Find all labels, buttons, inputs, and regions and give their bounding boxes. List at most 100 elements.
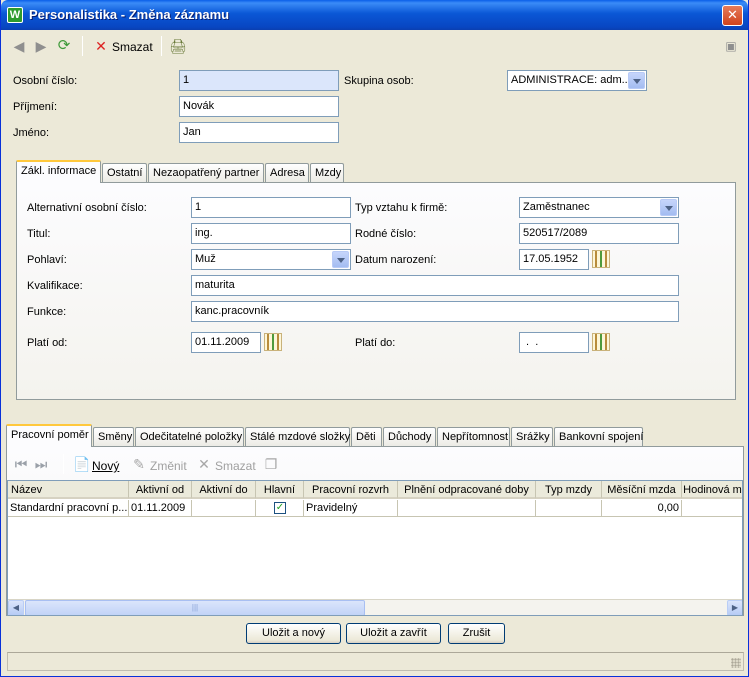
table-cell[interactable]: 01.11.2009 [129,500,192,517]
column-header[interactable]: Aktivní od [129,481,192,499]
save-close-button[interactable]: Uložit a zavřít [346,623,441,644]
tab-withholdings[interactable]: Srážky [511,427,553,446]
group-label: Skupina osob: [344,75,414,87]
change-button-label[interactable]: Změnit [150,459,187,473]
function-input[interactable]: kanc.pracovník [191,301,679,322]
surname-input[interactable]: Novák [179,96,339,117]
horizontal-scrollbar[interactable]: ◀ ||| ▶ [8,599,742,615]
title-bar[interactable]: W Personalistika - Změna záznamu ✕ [1,0,748,30]
gender-select-value: Muž [195,253,216,265]
personal-number-input[interactable]: 1 [179,70,339,91]
main-checkbox[interactable]: ✓ [274,502,286,514]
relation-label: Typ vztahu k firmě: [355,202,448,214]
alt-number-input[interactable]: 1 [191,197,351,218]
lower-tabstrip: Pracovní poměr Směny Odečitatelné položk… [6,424,744,447]
title-input[interactable]: ing. [191,223,351,244]
birth-number-input[interactable]: 520517/2089 [519,223,679,244]
scroll-left-icon[interactable]: ◀ [8,600,24,615]
delete-x-icon[interactable]: ✕ [196,456,212,472]
table-cell[interactable]: 0,00 [602,500,682,517]
birth-date-input[interactable]: 17.05.1952 [519,249,589,270]
tab-address[interactable]: Adresa [265,163,309,182]
function-label: Funkce: [27,306,67,318]
tab-employment[interactable]: Pracovní poměr [6,424,92,447]
table-cell[interactable] [536,500,602,517]
window-title: Personalistika - Změna záznamu [29,7,230,22]
column-header[interactable]: Hlavní [256,481,304,499]
back-arrow-icon[interactable]: ◀ [11,38,27,54]
qualification-input[interactable]: maturita [191,275,679,296]
delete-button-label[interactable]: Smazat [215,459,256,473]
calendar-icon[interactable] [592,333,610,351]
chevron-down-icon[interactable] [628,72,645,89]
table-cell[interactable]: ✓ [256,500,304,517]
alt-number-label: Alternativní osobní číslo: [27,202,147,214]
copy-icon[interactable]: ❐ [263,456,279,472]
valid-from-input[interactable]: 01.11.2009 [191,332,261,353]
valid-from-label: Platí od: [27,337,68,349]
new-document-icon[interactable]: 📄 [73,456,90,472]
tab-bank[interactable]: Bankovní spojení [554,427,643,446]
birth-number-label: Rodné číslo: [355,228,417,240]
grid-toolbar: ⏮ ⏭ 📄 Nový ✎ Změnit ✕ Smazat ❐ [7,447,743,475]
forward-arrow-icon[interactable]: ▶ [33,38,49,54]
tab-shifts[interactable]: Směny [93,427,134,446]
table-cell[interactable]: Pravidelný [304,500,398,517]
column-header[interactable]: Název [8,481,129,499]
column-header[interactable]: Měsíční mzda [602,481,682,499]
tab-wage-components[interactable]: Stálé mzdové složky [245,427,350,446]
new-button-label[interactable]: Nový [92,459,119,473]
relation-select[interactable]: Zaměstnanec [519,197,679,218]
delete-button-label[interactable]: Smazat [112,40,153,54]
table-cell[interactable] [682,500,742,517]
tab-partner[interactable]: Nezaopatřený partner [148,163,264,182]
tab-absence[interactable]: Nepřítomnost [437,427,510,446]
name-input[interactable]: Jan [179,122,339,143]
scroll-thumb[interactable]: ||| [25,600,365,615]
toolbar-separator [82,36,83,56]
status-bar [7,652,744,671]
qualification-label: Kvalifikace: [27,280,83,292]
cancel-button[interactable]: Zrušit [448,623,505,644]
tab-pensions[interactable]: Důchody [383,427,436,446]
column-header[interactable]: Hodinová m [682,481,742,499]
employment-grid: Název Aktivní od Aktivní do Hlavní Praco… [7,480,743,616]
comment-icon[interactable]: ▣ [723,38,739,54]
group-select[interactable]: ADMINISTRACE: adm... [507,70,647,91]
tab-basic-info[interactable]: Zákl. informace [16,160,101,183]
toolbar-separator [161,36,162,56]
chevron-down-icon[interactable] [332,251,349,268]
calendar-icon[interactable] [592,250,610,268]
first-record-icon[interactable]: ⏮ [13,456,29,472]
tab-wages[interactable]: Mzdy [310,163,344,182]
close-button[interactable]: ✕ [722,5,743,26]
app-icon: W [7,7,23,23]
table-cell[interactable] [192,500,256,517]
tab-other[interactable]: Ostatní [102,163,147,182]
calendar-icon[interactable] [264,333,282,351]
table-cell[interactable]: Standardní pracovní p... [8,500,129,517]
column-header[interactable]: Aktivní do [192,481,256,499]
basic-info-panel: Alternativní osobní číslo: 1 Titul: ing.… [16,182,736,400]
table-cell[interactable] [398,500,536,517]
resize-grip-icon[interactable] [731,658,741,668]
scroll-right-icon[interactable]: ▶ [727,600,742,615]
column-header[interactable]: Plnění odpracované doby [398,481,536,499]
print-icon[interactable]: 🖨 [169,38,187,54]
title-label: Titul: [27,228,51,240]
tab-deductions[interactable]: Odečitatelné položky [135,427,244,446]
gender-select[interactable]: Muž [191,249,351,270]
main-window: W Personalistika - Změna záznamu ✕ ◀ ▶ ⟳… [0,0,749,677]
delete-x-icon[interactable]: ✕ [93,38,109,54]
tab-children[interactable]: Děti [351,427,382,446]
valid-to-input[interactable]: . . [519,332,589,353]
chevron-down-icon[interactable] [660,199,677,216]
column-header[interactable]: Typ mzdy [536,481,602,499]
last-record-icon[interactable]: ⏭ [33,456,49,472]
refresh-icon[interactable]: ⟳ [56,38,72,54]
column-header[interactable]: Pracovní rozvrh [304,481,398,499]
save-new-button[interactable]: Uložit a nový [246,623,341,644]
name-label: Jméno: [13,127,50,139]
surname-label: Příjmení: [13,101,58,113]
edit-icon[interactable]: ✎ [131,456,147,472]
